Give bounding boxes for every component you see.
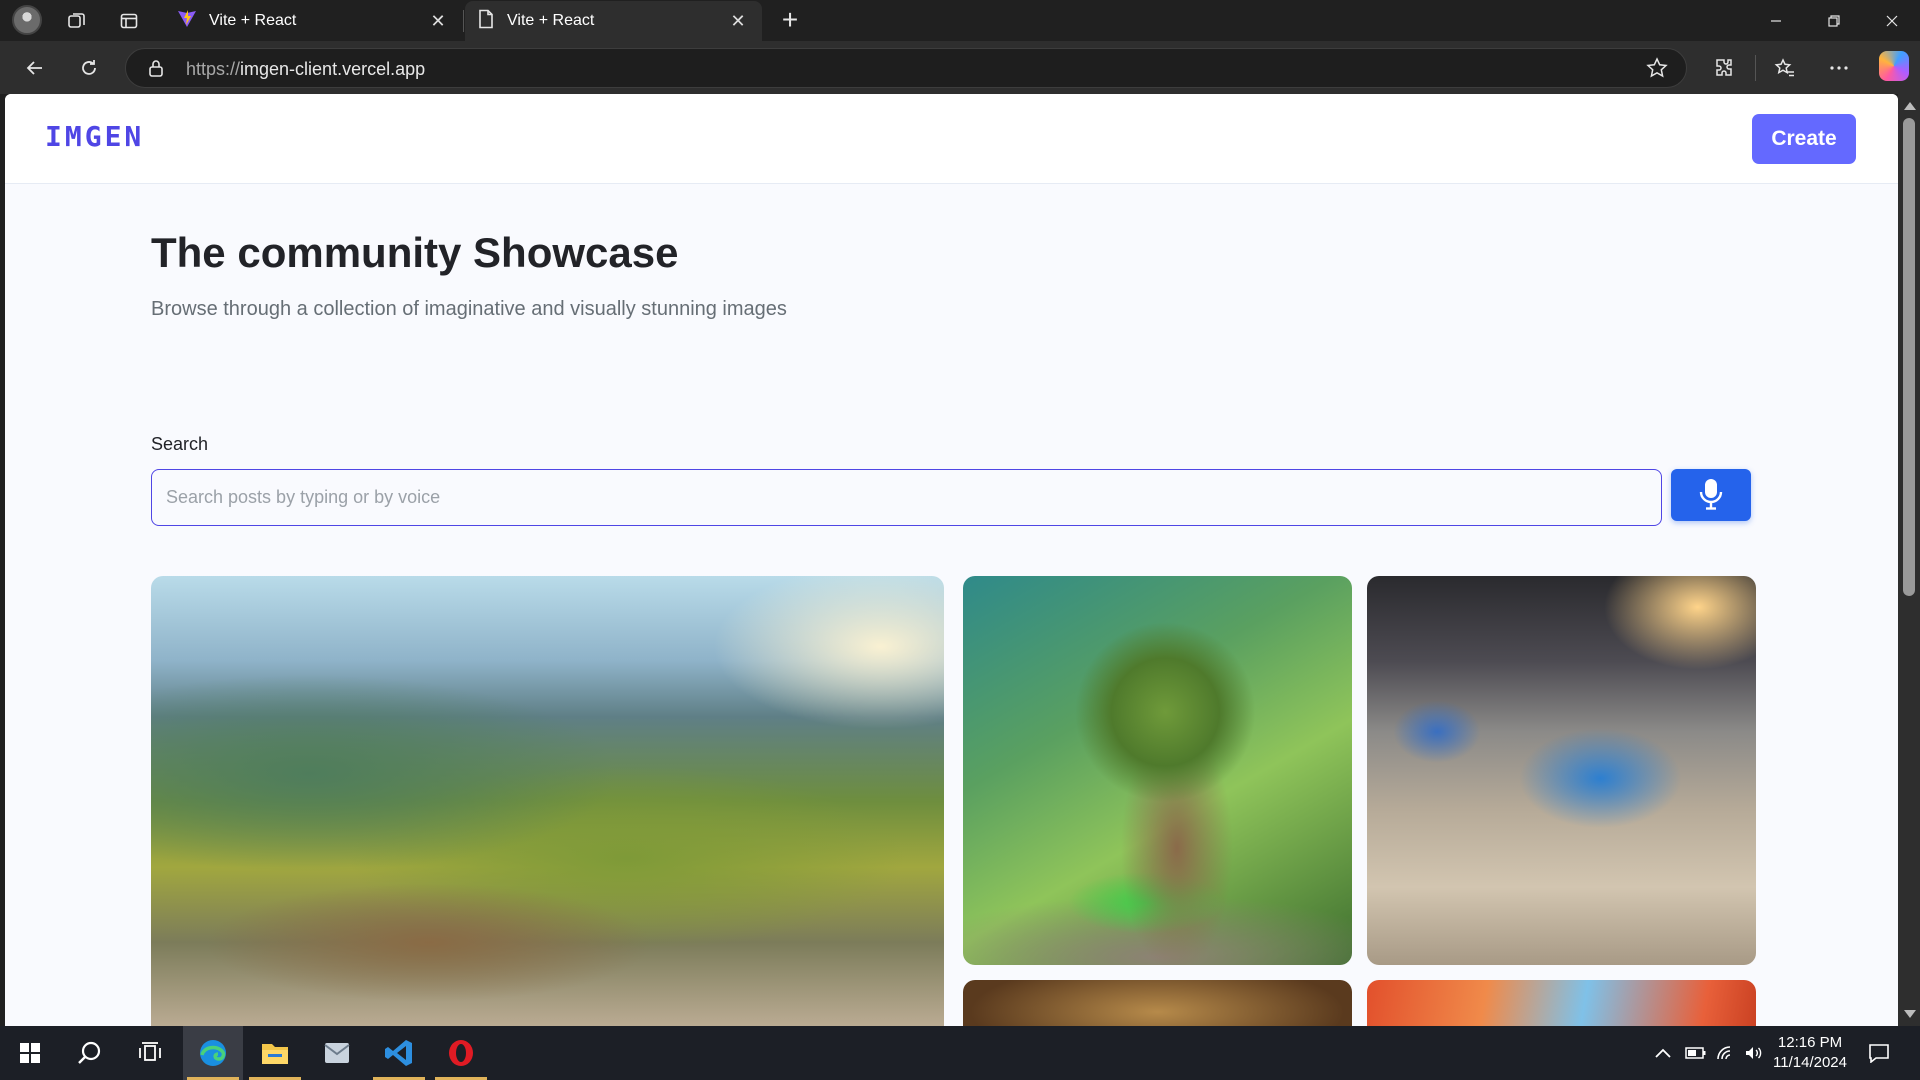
search-input[interactable] [151, 469, 1662, 526]
gallery-image-5[interactable] [1367, 980, 1756, 1026]
url-protocol: https:// [186, 59, 241, 79]
address-bar[interactable]: https://imgen-client.vercel.app [125, 48, 1687, 88]
search-label: Search [151, 434, 209, 454]
extensions-icon[interactable] [1707, 51, 1741, 85]
edge-icon[interactable] [183, 1026, 243, 1080]
browser-toolbar: https://imgen-client.vercel.app [0, 41, 1920, 94]
opera-icon[interactable] [431, 1026, 491, 1080]
workspaces-icon[interactable] [61, 5, 93, 37]
clock-date: 11/14/2024 [1773, 1054, 1847, 1071]
restore-icon[interactable] [1806, 0, 1862, 41]
battery-icon[interactable] [1685, 1026, 1707, 1080]
imgen-logo[interactable]: IMGEN [45, 120, 144, 153]
tab-title: Vite + React [507, 12, 595, 29]
start-icon[interactable] [0, 1026, 60, 1080]
browser-tab-2[interactable]: Vite + React ✕ [465, 1, 762, 41]
race-car-track-image[interactable] [1367, 576, 1756, 965]
browser-tab-1[interactable]: Vite + React ✕ [165, 1, 462, 41]
notifications-icon[interactable] [1868, 1026, 1890, 1080]
site-header: IMGEN Create [5, 94, 1898, 184]
lock-icon[interactable] [148, 59, 164, 82]
minimize-icon[interactable] [1748, 0, 1804, 41]
url-host: imgen-client.vercel.app [240, 59, 426, 79]
tree-on-car-image[interactable] [963, 576, 1352, 965]
wifi-icon[interactable] [1716, 1026, 1736, 1080]
copilot-icon[interactable] [1879, 51, 1909, 81]
new-tab-button[interactable]: + [775, 6, 805, 36]
page-title: The community Showcase [151, 229, 679, 276]
search-icon[interactable] [60, 1026, 120, 1080]
refresh-icon[interactable] [72, 51, 106, 85]
profile-avatar[interactable] [12, 5, 42, 35]
tab-divider [463, 10, 464, 32]
back-icon[interactable] [18, 51, 52, 85]
browser-tab-strip: Vite + React ✕ Vite + React ✕ + [0, 0, 1920, 41]
mountain-road-cars-image[interactable] [151, 576, 944, 1026]
scroll-down-arrow-icon[interactable] [1904, 1010, 1916, 1018]
page-icon [477, 9, 495, 34]
task-view-icon[interactable] [120, 1026, 180, 1080]
close-window-icon[interactable] [1864, 0, 1920, 41]
url-text: https://imgen-client.vercel.app [186, 59, 425, 80]
mail-icon[interactable] [307, 1026, 367, 1080]
scroll-thumb[interactable] [1903, 118, 1915, 596]
page-viewport: IMGEN Create The community Showcase Brow… [5, 94, 1898, 1026]
page-scrollbar[interactable] [1898, 94, 1920, 1026]
more-options-icon[interactable] [1822, 51, 1856, 85]
microphone-icon [1699, 478, 1723, 513]
clock-time: 12:16 PM [1777, 1034, 1843, 1051]
create-button[interactable]: Create [1752, 114, 1856, 164]
vite-icon [177, 9, 197, 34]
toolbar-divider [1755, 55, 1756, 81]
gallery-image-4[interactable] [963, 980, 1352, 1026]
show-hidden-icons-chevron-icon[interactable] [1654, 1026, 1672, 1080]
file-explorer-icon[interactable] [245, 1026, 305, 1080]
system-clock[interactable]: 12:16 PM 11/14/2024 [1760, 1033, 1860, 1073]
vertical-tabs-icon[interactable] [113, 5, 145, 37]
taskbar: 12:16 PM 11/14/2024 [0, 1026, 1920, 1080]
tab-title: Vite + React [209, 12, 297, 29]
scroll-up-arrow-icon[interactable] [1904, 102, 1916, 110]
voice-search-button[interactable] [1671, 469, 1751, 521]
close-tab-icon[interactable]: ✕ [726, 9, 750, 33]
favorite-star-icon[interactable] [1646, 57, 1668, 84]
vscode-icon[interactable] [369, 1026, 429, 1080]
page-subtitle: Browse through a collection of imaginati… [151, 298, 787, 320]
close-tab-icon[interactable]: ✕ [426, 9, 450, 33]
favorites-icon[interactable] [1768, 51, 1802, 85]
